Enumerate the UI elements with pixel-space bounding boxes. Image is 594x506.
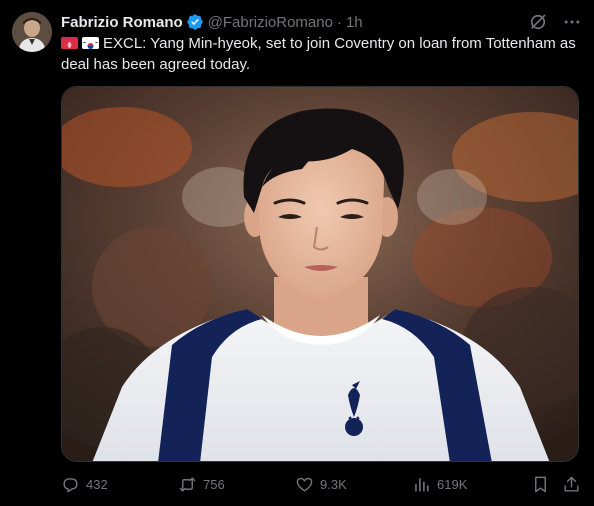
reply-icon — [63, 477, 78, 492]
tweet-timestamp[interactable]: 1h — [346, 14, 363, 31]
like-count: 9.3K — [320, 476, 347, 492]
avatar-image — [12, 12, 52, 52]
like-button[interactable]: 9.3K — [295, 475, 412, 494]
more-icon[interactable] — [562, 12, 582, 32]
red-flag-emoji-icon — [61, 37, 78, 49]
verified-badge-icon — [186, 14, 203, 30]
bookmark-icon[interactable] — [531, 475, 550, 494]
south-korea-flag-icon — [82, 37, 99, 49]
repost-icon — [179, 476, 196, 492]
tweet-text: EXCL: Yang Min-hyeok, set to join Covent… — [61, 33, 581, 75]
author-name[interactable]: Fabrizio Romano — [61, 14, 183, 31]
views-count: 619K — [437, 476, 468, 492]
tweet-header: Fabrizio Romano @FabrizioRomano · 1h — [61, 12, 582, 32]
tweet-actions-right — [531, 475, 581, 494]
grok-icon[interactable] — [528, 12, 548, 32]
author-handle[interactable]: @FabrizioRomano — [208, 14, 333, 31]
repost-button[interactable]: 756 — [178, 475, 295, 494]
player-photo — [62, 87, 578, 461]
tweet-body: EXCL: Yang Min-hyeok, set to join Covent… — [61, 35, 576, 73]
reply-count: 432 — [86, 476, 108, 492]
tweet-actions: 432 756 9.3K 619K — [61, 472, 581, 496]
repost-count: 756 — [203, 476, 225, 492]
views-chart-icon — [415, 477, 429, 492]
author-avatar[interactable] — [12, 12, 52, 52]
heart-icon — [296, 477, 313, 492]
views-button[interactable]: 619K — [412, 475, 522, 494]
separator-dot: · — [336, 13, 342, 31]
share-icon[interactable] — [562, 475, 581, 494]
tweet-media-photo[interactable] — [61, 86, 579, 462]
reply-button[interactable]: 432 — [61, 475, 178, 494]
